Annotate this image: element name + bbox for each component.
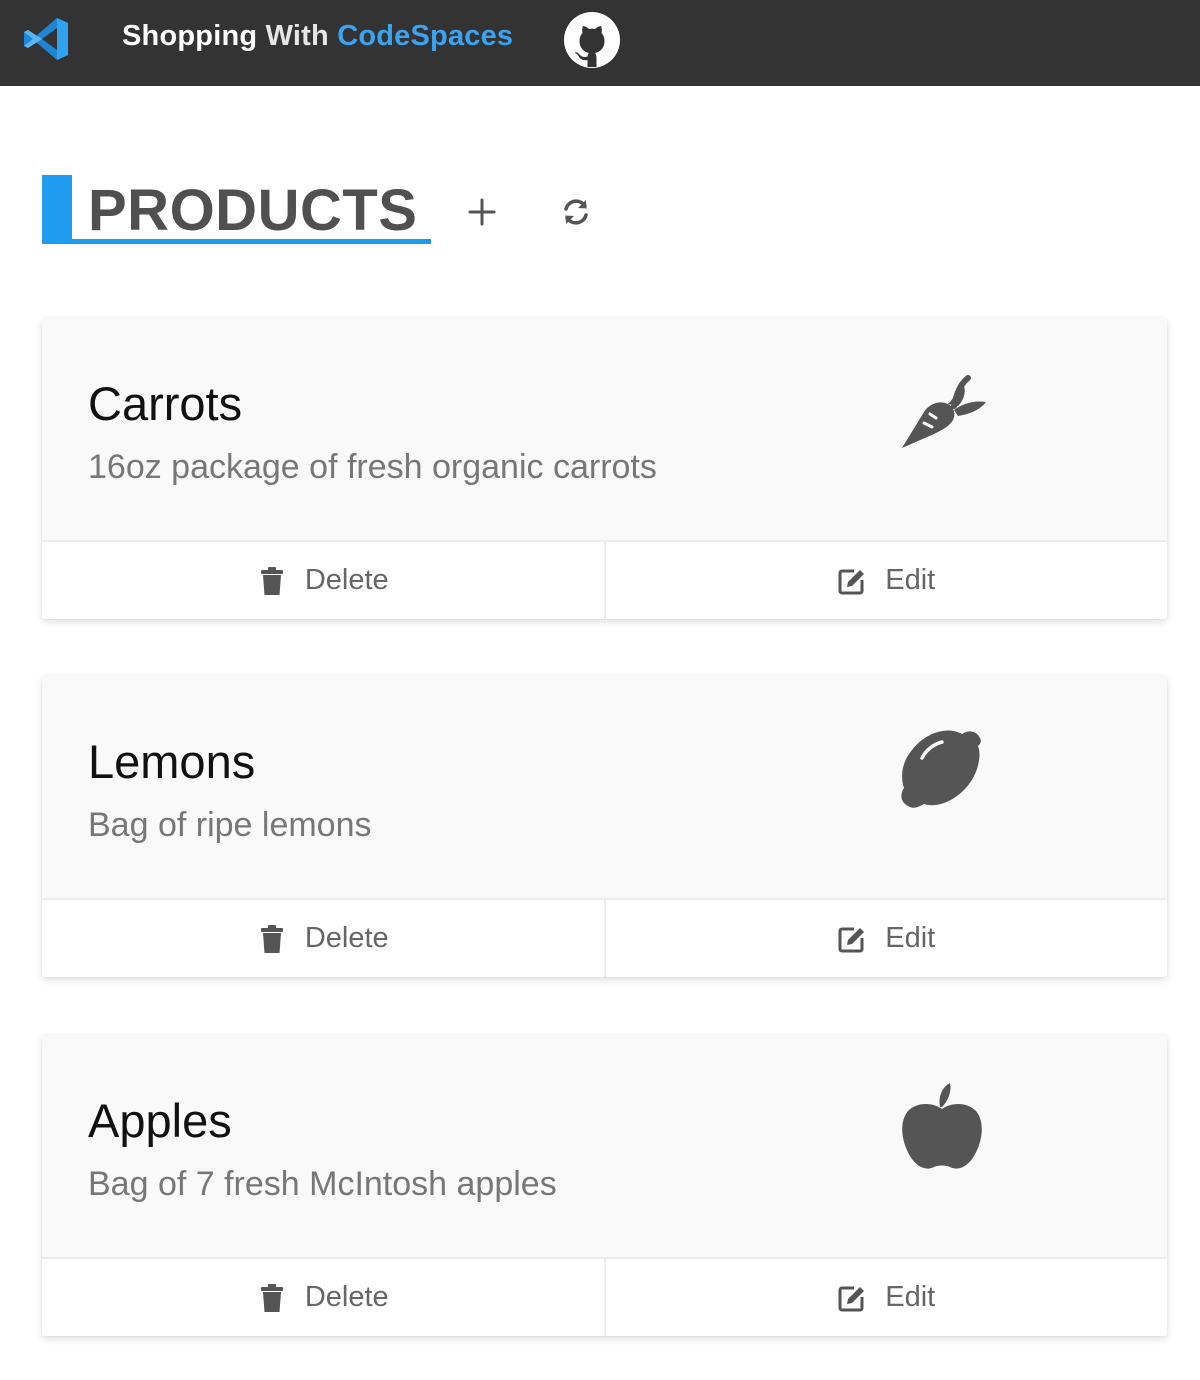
- delete-label: Delete: [304, 922, 389, 954]
- product-card: Apples Bag of 7 fresh McIntosh apples De…: [42, 1035, 1167, 1336]
- brand-word-codespaces: CodeSpaces: [337, 20, 514, 52]
- trash-icon: [260, 1283, 283, 1312]
- lemon-icon: [901, 730, 981, 808]
- delete-button[interactable]: Delete: [42, 542, 604, 619]
- edit-icon: [838, 927, 865, 952]
- edit-button[interactable]: Edit: [603, 1259, 1168, 1336]
- brand-word-shopping: Shopping: [122, 20, 258, 52]
- carrot-icon: [902, 375, 986, 448]
- apple-icon: [902, 1083, 982, 1169]
- edit-label: Edit: [885, 564, 936, 596]
- trash-icon: [260, 566, 283, 595]
- brand-word-with: With: [265, 20, 329, 52]
- title-accent-bar: [42, 175, 72, 244]
- delete-label: Delete: [304, 1281, 389, 1313]
- page-title: PRODUCTS: [88, 178, 418, 243]
- top-nav-bar: Shopping With CodeSpaces: [0, 0, 1200, 86]
- card-actions: Delete Edit: [42, 898, 1167, 977]
- edit-label: Edit: [885, 1281, 936, 1313]
- product-description: 16oz package of fresh organic carrots: [88, 448, 657, 486]
- edit-icon: [838, 569, 865, 594]
- product-card: Lemons Bag of ripe lemons Delete Edit: [42, 676, 1167, 977]
- card-actions: Delete Edit: [42, 1257, 1167, 1336]
- add-product-button[interactable]: [462, 190, 502, 234]
- refresh-icon: [564, 199, 588, 225]
- refresh-button[interactable]: [556, 192, 596, 232]
- title-underline: [42, 239, 431, 244]
- product-description: Bag of ripe lemons: [88, 806, 372, 844]
- trash-icon: [260, 924, 283, 953]
- product-name: Apples: [88, 1094, 232, 1147]
- edit-button[interactable]: Edit: [603, 542, 1168, 619]
- plus-icon: [468, 198, 496, 226]
- product-name: Carrots: [88, 377, 243, 430]
- product-card: Carrots 16oz package of fresh organic ca…: [42, 318, 1167, 619]
- edit-button[interactable]: Edit: [603, 900, 1168, 977]
- card-actions: Delete Edit: [42, 540, 1167, 619]
- delete-button[interactable]: Delete: [42, 1259, 604, 1336]
- delete-label: Delete: [304, 564, 389, 596]
- edit-icon: [838, 1286, 865, 1311]
- product-description: Bag of 7 fresh McIntosh apples: [88, 1165, 557, 1203]
- product-name: Lemons: [88, 735, 256, 788]
- app-brand[interactable]: Shopping With CodeSpaces: [122, 20, 513, 53]
- vscode-logo-icon[interactable]: [22, 16, 70, 62]
- delete-button[interactable]: Delete: [42, 900, 604, 977]
- github-icon[interactable]: [563, 11, 621, 69]
- edit-label: Edit: [885, 922, 936, 954]
